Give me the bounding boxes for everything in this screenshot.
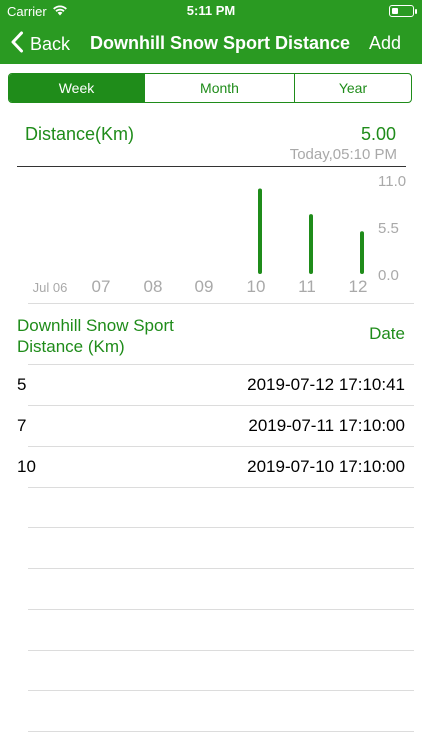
back-button[interactable]: Back	[10, 30, 70, 58]
column-header-date: Date	[369, 324, 405, 343]
x-tick-label: 07	[92, 277, 111, 296]
period-segmented-control: Week Month Year	[8, 73, 412, 103]
navigation-bar: Carrier 5:11 PM Back Downhill Snow Sport…	[0, 0, 422, 64]
x-tick-label: 12	[349, 277, 368, 296]
distance-label: Distance(Km)	[25, 124, 135, 144]
divider	[28, 650, 414, 651]
divider	[28, 609, 414, 610]
column-header-distance-line2: Distance (Km)	[17, 337, 125, 356]
table-row[interactable]: 10 2019-07-10 17:10:00	[0, 447, 422, 487]
divider	[28, 527, 414, 528]
chevron-left-icon	[10, 31, 24, 58]
x-tick-label: Jul 06	[33, 280, 68, 295]
battery-icon	[389, 5, 417, 17]
tab-month[interactable]: Month	[145, 74, 295, 102]
table-row[interactable]: 7 2019-07-11 17:10:00	[0, 406, 422, 446]
divider	[28, 487, 414, 488]
status-bar: Carrier 5:11 PM	[0, 0, 422, 22]
page-title: Downhill Snow Sport Distance	[90, 33, 351, 53]
bar-10	[258, 188, 262, 274]
tab-year[interactable]: Year	[295, 74, 411, 102]
x-tick-label: 11	[298, 277, 316, 296]
back-label: Back	[30, 33, 71, 54]
y-tick-label: 11.0	[378, 173, 406, 190]
column-header-distance: Downhill Snow Sport Distance (Km)	[17, 315, 174, 357]
divider	[28, 568, 414, 569]
divider	[28, 690, 414, 691]
divider	[28, 303, 414, 304]
y-tick-label: 0.0	[378, 267, 399, 284]
row-date: 2019-07-10 17:10:00	[247, 457, 405, 476]
table-row[interactable]: 5 2019-07-12 17:10:41	[0, 365, 422, 405]
add-button[interactable]: Add	[369, 33, 401, 54]
column-header-distance-line1: Downhill Snow Sport	[17, 316, 174, 335]
x-tick-label: 09	[195, 277, 214, 296]
row-distance: 10	[17, 457, 36, 476]
row-date: 2019-07-12 17:10:41	[247, 375, 405, 394]
divider	[28, 731, 414, 732]
x-tick-label: 08	[144, 277, 163, 296]
tab-week[interactable]: Week	[9, 74, 145, 102]
bar-12	[360, 231, 364, 274]
distance-value: 5.00	[360, 124, 396, 144]
distance-bar-chart: 11.0 5.5 0.0 Jul 06 07 08 09 10 11 12	[33, 173, 406, 296]
row-distance: 5	[17, 375, 27, 394]
x-tick-label: 10	[247, 277, 266, 296]
row-distance: 7	[17, 416, 27, 435]
row-date: 2019-07-11 17:10:00	[248, 416, 405, 435]
bar-11	[309, 214, 313, 274]
clock: 5:11 PM	[186, 3, 236, 18]
y-tick-label: 5.5	[378, 220, 399, 237]
